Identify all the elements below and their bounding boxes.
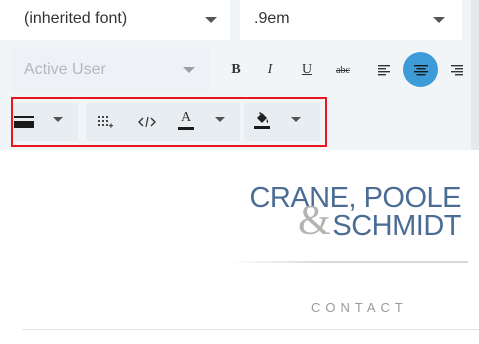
insert-table-button[interactable] — [91, 108, 119, 136]
logo-divider — [228, 261, 468, 263]
italic-button[interactable]: I — [256, 56, 284, 84]
table-grid-icon — [98, 116, 113, 128]
align-right-button[interactable] — [443, 56, 471, 84]
chevron-down-icon — [205, 17, 217, 23]
font-color-dropdown-caret[interactable] — [215, 117, 225, 122]
italic-label: I — [267, 62, 273, 77]
line-style-dropdown-caret[interactable] — [53, 117, 63, 122]
section-title: CONTACT — [311, 300, 408, 315]
chevron-down-icon — [183, 67, 195, 73]
line-style-button[interactable] — [10, 108, 38, 136]
bold-label: B — [231, 62, 241, 77]
font-color-swatch — [178, 126, 194, 130]
font-size-value: .9em — [254, 10, 290, 27]
align-center-icon — [413, 64, 428, 75]
underline-label: U — [301, 62, 313, 77]
toolbar-highlight — [11, 97, 327, 147]
logo-ampersand: & — [298, 198, 331, 244]
user-select[interactable]: Active User — [12, 48, 210, 92]
background-color-swatch — [254, 126, 270, 129]
strikethrough-button[interactable]: abc — [329, 56, 357, 84]
font-size-select[interactable]: .9em — [240, 0, 462, 40]
fill-bucket-icon — [257, 111, 269, 123]
font-family-value: (inherited font) — [24, 10, 128, 27]
align-center-button[interactable] — [403, 52, 438, 87]
font-family-select[interactable]: (inherited font) — [0, 0, 230, 40]
strikethrough-label: abc — [336, 64, 350, 76]
background-color-button[interactable] — [248, 106, 276, 134]
font-color-button[interactable]: A — [172, 106, 200, 134]
section-divider — [22, 329, 479, 330]
font-color-icon: A — [180, 109, 192, 125]
align-right-icon — [450, 65, 463, 76]
code-icon — [138, 116, 156, 128]
logo-line-2: SCHMIDT — [332, 210, 461, 242]
bold-button[interactable]: B — [222, 56, 250, 84]
line-style-icon — [14, 116, 34, 128]
background-color-dropdown-caret[interactable] — [291, 117, 301, 122]
chevron-down-icon — [433, 17, 445, 23]
user-select-value: Active User — [24, 61, 106, 78]
code-view-button[interactable] — [133, 108, 161, 136]
align-left-button[interactable] — [370, 56, 398, 84]
toolbar-edge — [471, 0, 479, 150]
align-left-icon — [377, 65, 390, 76]
underline-button[interactable]: U — [293, 56, 321, 84]
